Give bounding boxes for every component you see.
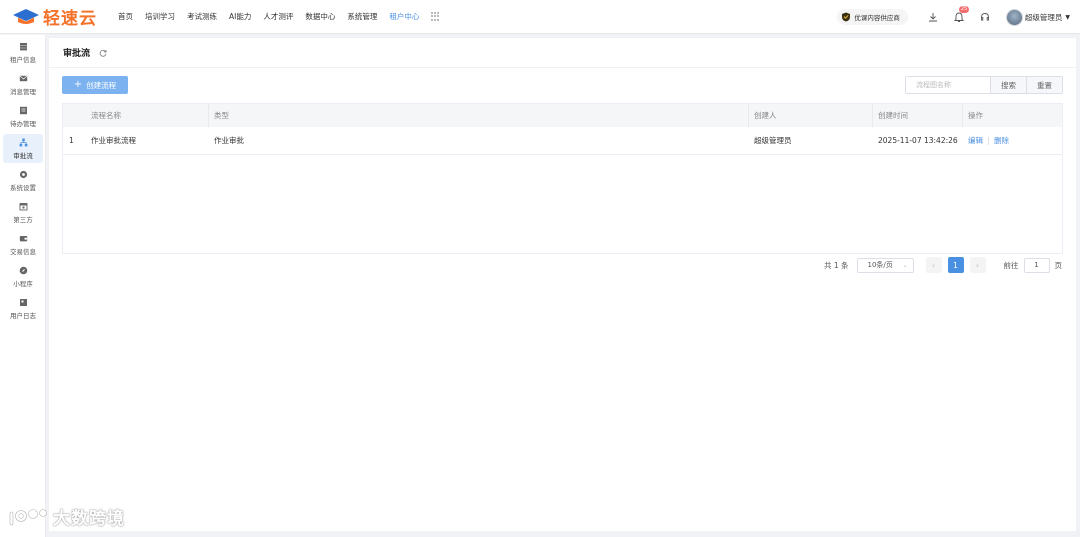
- page-header: 审批流: [49, 38, 1076, 68]
- flow-table: 流程名称 类型 创建人 创建时间 操作 1 作业审批流程 作业审批 超级管理员 …: [62, 103, 1063, 254]
- todo-icon: [19, 106, 28, 115]
- sidebar-item-label: 用户日志: [10, 311, 36, 320]
- goto-suffix: 页: [1054, 260, 1063, 270]
- compass-icon: [19, 266, 28, 275]
- nav-talent[interactable]: 人才测评: [263, 11, 293, 22]
- plus-icon: +: [73, 79, 83, 90]
- settings-icon: [19, 170, 28, 179]
- top-right-area: 优课内容供应商 25 超级管理员 ▼: [837, 0, 1070, 34]
- watermark-logo-icon: [9, 508, 47, 525]
- brand-name: 轻速云: [43, 9, 97, 29]
- reset-button[interactable]: 重置: [1026, 77, 1062, 93]
- search-group: 搜索 重置: [905, 76, 1063, 94]
- header-creator: 创建人: [749, 104, 873, 127]
- goto-page-input[interactable]: 1: [1023, 257, 1050, 273]
- search-input[interactable]: [906, 77, 990, 93]
- database-icon: [19, 42, 28, 51]
- nav-ai[interactable]: AI能力: [229, 11, 251, 22]
- sidebar-item-label: 小程序: [13, 279, 33, 288]
- header-type: 类型: [209, 104, 749, 127]
- chevron-down-icon[interactable]: ▼: [1065, 14, 1070, 21]
- sidebar-item-label: 系统设置: [10, 183, 36, 192]
- sidebar-item-label: 交易信息: [10, 247, 36, 256]
- header-created-at: 创建时间: [873, 104, 963, 127]
- pagination: 共 1 条 10条/页 ⌄ ‹ 1 › 前往 1 页: [824, 257, 1062, 273]
- top-nav: 首页 培训学习 考试测练 AI能力 人才测评 数据中心 系统管理 租户中心: [118, 11, 440, 22]
- sidebar-item-transactions[interactable]: 交易信息: [3, 230, 43, 259]
- sidebar-item-system-settings[interactable]: 系统设置: [3, 166, 43, 195]
- wallet-icon: [19, 234, 28, 243]
- create-flow-button[interactable]: + 创建流程: [62, 76, 128, 94]
- sidebar-item-todos[interactable]: 待办管理: [3, 102, 43, 131]
- promo-text: 优课内容供应商: [854, 14, 900, 22]
- calendar-icon: [19, 202, 28, 211]
- page-size-value: 10条/页: [867, 261, 893, 269]
- avatar[interactable]: [1005, 8, 1023, 26]
- main-panel: 审批流 + 创建流程 搜索 重置 流程名称 类型 创建人 创建时间 操作 1 作…: [49, 38, 1076, 531]
- table-header: 流程名称 类型 创建人 创建时间 操作: [63, 103, 1062, 127]
- page-size-select[interactable]: 10条/页 ⌄: [856, 257, 914, 273]
- sidebar-item-user-log[interactable]: 用户日志: [3, 294, 43, 323]
- notification-badge: 25: [958, 6, 970, 13]
- row-actions: 编辑 删除: [963, 127, 1062, 154]
- nav-exams[interactable]: 考试测练: [187, 11, 217, 22]
- log-icon: [19, 298, 28, 307]
- watermark: 大数跨境: [8, 504, 125, 529]
- sidebar: 租户信息 消息管理 待办管理 审批流 系统设置 第三方 交易信息 小程序 用户日…: [0, 35, 46, 537]
- prev-page-button[interactable]: ‹: [925, 257, 942, 273]
- headset-icon[interactable]: [978, 10, 992, 24]
- row-index: 1: [69, 136, 74, 145]
- create-flow-label: 创建流程: [86, 80, 117, 90]
- header-flow-name: 流程名称: [85, 104, 209, 127]
- goto-prefix: 前往: [1003, 260, 1019, 270]
- download-icon[interactable]: [926, 10, 940, 24]
- sidebar-item-tenant-info[interactable]: 租户信息: [3, 38, 43, 67]
- edit-link[interactable]: 编辑: [968, 135, 983, 146]
- page-title: 审批流: [63, 49, 91, 59]
- mail-icon: [19, 74, 28, 83]
- row-flow-name: 作业审批流程: [91, 136, 136, 145]
- action-divider: [988, 136, 989, 145]
- header-actions: 操作: [968, 111, 983, 120]
- total-count: 共 1 条: [823, 260, 849, 270]
- refresh-icon[interactable]: [99, 49, 107, 57]
- row-creator: 超级管理员: [754, 136, 792, 145]
- sidebar-item-approval-flow[interactable]: 审批流: [3, 134, 43, 163]
- chevron-down-icon: ⌄: [902, 261, 908, 269]
- nav-data-center[interactable]: 数据中心: [305, 11, 335, 22]
- page-number-current[interactable]: 1: [947, 257, 964, 273]
- sidebar-item-third-party[interactable]: 第三方: [3, 198, 43, 227]
- delete-link[interactable]: 删除: [994, 135, 1009, 146]
- sidebar-item-label: 租户信息: [10, 55, 36, 64]
- nav-system[interactable]: 系统管理: [347, 11, 377, 22]
- nav-tenant-center[interactable]: 租户中心: [389, 11, 419, 22]
- promo-pill[interactable]: 优课内容供应商: [837, 9, 908, 25]
- sidebar-item-label: 审批流: [13, 151, 33, 160]
- toolbar: + 创建流程 搜索 重置: [62, 76, 1063, 94]
- brand-logo[interactable]: 轻速云: [12, 4, 112, 29]
- watermark-text: 大数跨境: [53, 509, 125, 529]
- sidebar-item-mini-program[interactable]: 小程序: [3, 262, 43, 291]
- sidebar-item-label: 待办管理: [10, 119, 36, 128]
- apps-grid-icon[interactable]: [431, 12, 440, 21]
- shield-icon: [842, 12, 851, 22]
- header-index: [63, 104, 85, 127]
- sidebar-item-messages[interactable]: 消息管理: [3, 70, 43, 99]
- nav-home[interactable]: 首页: [118, 11, 133, 22]
- sidebar-item-label: 消息管理: [10, 87, 36, 96]
- graduation-cap-icon: [13, 8, 39, 24]
- flow-icon: [19, 138, 28, 147]
- sidebar-item-label: 第三方: [13, 215, 33, 224]
- goto-page: 前往 1 页: [1003, 257, 1063, 273]
- bell-icon[interactable]: 25: [952, 6, 970, 24]
- user-name[interactable]: 超级管理员: [1025, 12, 1063, 23]
- row-type: 作业审批: [214, 136, 244, 145]
- search-button[interactable]: 搜索: [990, 77, 1026, 93]
- next-page-button[interactable]: ›: [969, 257, 986, 273]
- nav-training[interactable]: 培训学习: [145, 11, 175, 22]
- row-created-at: 2025-11-07 13:42:26: [878, 136, 958, 145]
- table-row: 1 作业审批流程 作业审批 超级管理员 2025-11-07 13:42:26 …: [63, 127, 1062, 155]
- top-bar: 轻速云 首页 培训学习 考试测练 AI能力 人才测评 数据中心 系统管理 租户中…: [0, 0, 1080, 34]
